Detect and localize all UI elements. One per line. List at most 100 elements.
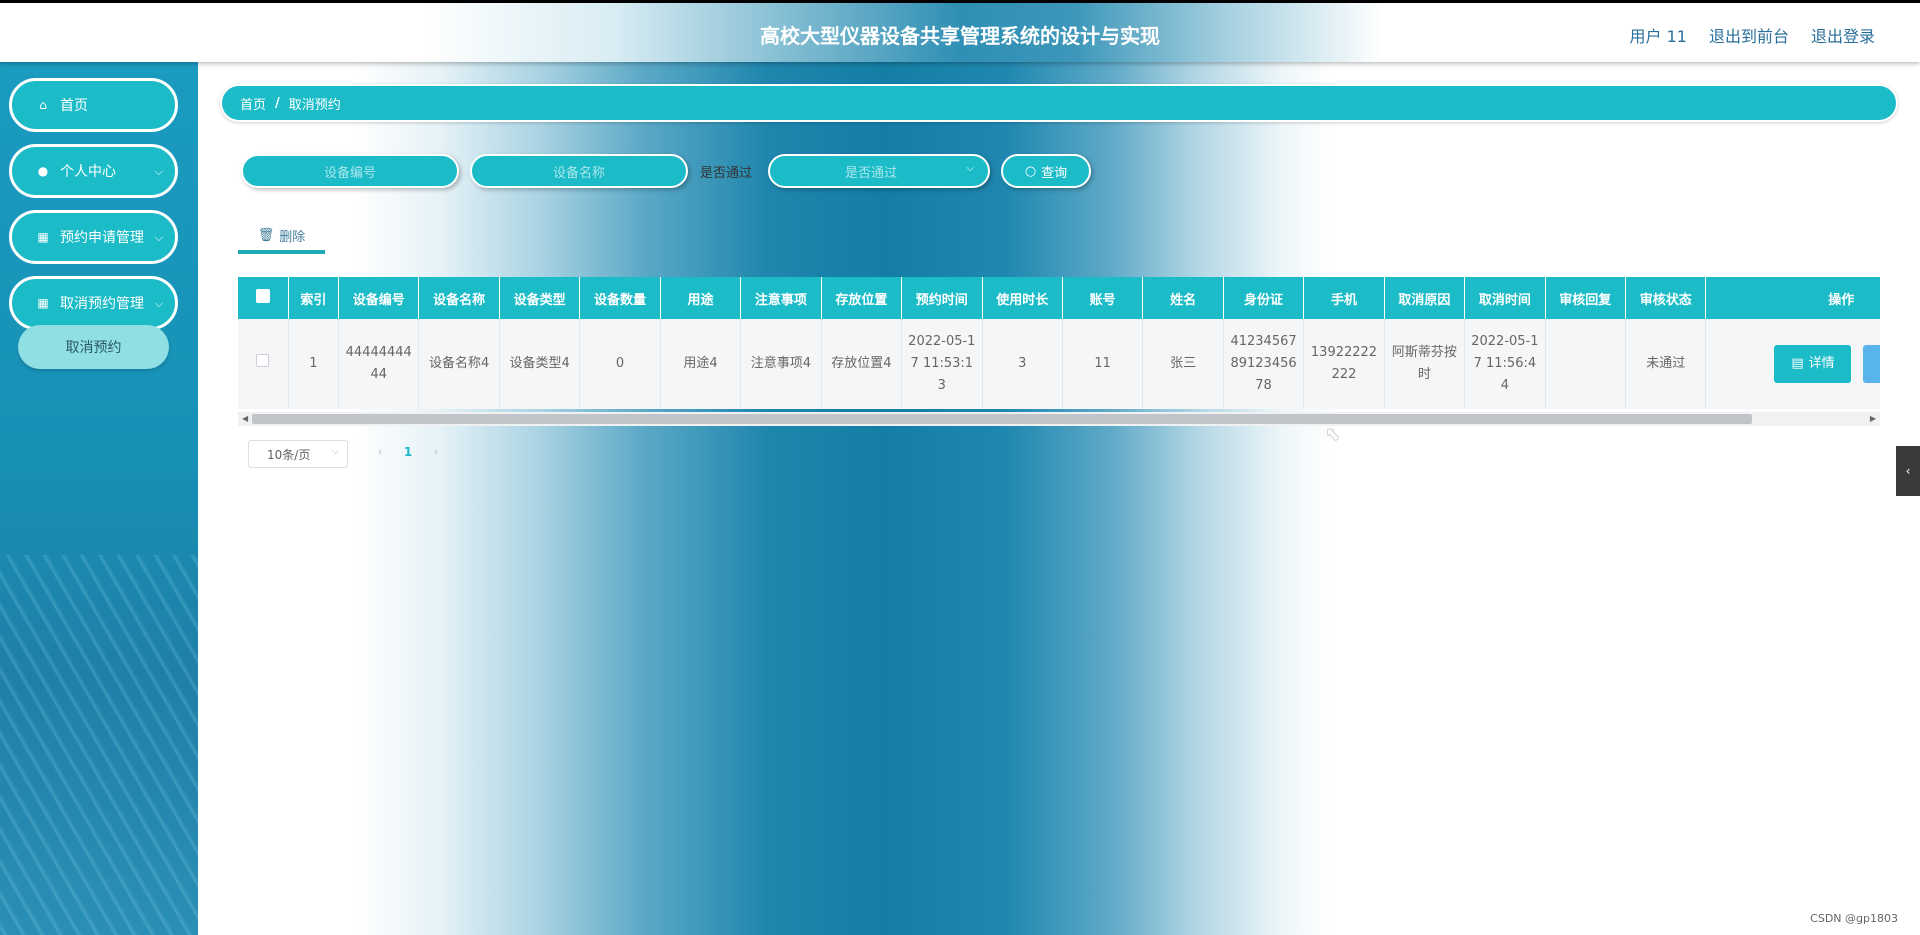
row-checkbox[interactable]: [256, 354, 270, 367]
column-header-operations: 操作: [1705, 277, 1880, 319]
delete-button[interactable]: 🗑 删除: [238, 220, 325, 254]
detail-button-label: 详情: [1808, 356, 1835, 371]
breadcrumb-home[interactable]: 首页: [240, 94, 266, 113]
data-table: 索引 设备编号 设备名称 设备类型 设备数量 用途 注意事项 存放位置 预约时间…: [238, 277, 1880, 428]
column-header: 姓名: [1142, 277, 1224, 319]
chevron-down-icon: ⌵: [154, 231, 163, 244]
column-header: 预约时间: [901, 277, 983, 319]
row-checkbox-cell: [238, 319, 289, 409]
sidebar-item-home[interactable]: ⌂ 首页: [9, 78, 178, 132]
chevron-down-icon: ⌵: [154, 165, 163, 178]
cell-purpose: 用途4: [660, 319, 742, 409]
cell-review-status: 未通过: [1625, 319, 1707, 409]
prev-page-button[interactable]: ‹: [366, 445, 394, 459]
scroll-left-icon[interactable]: ◀: [242, 412, 248, 426]
trash-icon: 🗑: [257, 227, 275, 243]
sidebar-item-cancel-booking-management[interactable]: ▦ 取消预约管理 ⌵: [9, 276, 178, 330]
device-no-input[interactable]: 设备编号: [241, 154, 459, 188]
scrollbar-thumb[interactable]: [252, 414, 1752, 424]
column-header: 使用时长: [982, 277, 1063, 319]
column-header: 用途: [660, 277, 742, 319]
column-header: 存放位置: [821, 277, 903, 319]
column-header: 设备数量: [579, 277, 661, 319]
select-all-header: [238, 277, 289, 319]
breadcrumb-current: 取消预约: [288, 97, 341, 113]
cell-account: 11: [1062, 319, 1144, 409]
scroll-right-icon[interactable]: ▶: [1870, 412, 1876, 426]
sidebar-item-label: 预约申请管理: [60, 230, 144, 246]
column-header: 设备名称: [418, 277, 500, 319]
exit-front-link[interactable]: 退出到前台: [1709, 23, 1789, 47]
header-links: 用户 11 退出到前台 退出登录: [1630, 23, 1875, 47]
chevron-down-icon: ⌵: [154, 297, 163, 310]
sidebar-item-booking-management[interactable]: ▦ 预约申请管理 ⌵: [9, 210, 178, 264]
sidebar-decoration: [0, 555, 198, 935]
submenu-item-cancel-booking[interactable]: 取消预约: [18, 325, 169, 369]
column-header: 身份证: [1223, 277, 1305, 319]
cell-index: 1: [288, 319, 340, 409]
breadcrumb: 首页 / 取消预约: [220, 84, 1898, 122]
table-row: 1 4444444444 设备名称4 设备类型4 0 用途4 注意事项4 存放位…: [238, 319, 1880, 409]
detail-button[interactable]: ▤ 详情: [1774, 345, 1852, 383]
horizontal-scrollbar[interactable]: ◀ ▶: [238, 412, 1880, 426]
watermark: CSDN @gp1803: [1810, 912, 1898, 925]
document-icon: ▤: [1791, 356, 1804, 371]
grid-icon: ▦: [37, 296, 49, 310]
delete-row-button[interactable]: ▯: [1863, 345, 1880, 383]
cell-name: 张三: [1142, 319, 1224, 409]
sidebar-item-label: 个人中心: [60, 164, 116, 180]
query-button[interactable]: ○ 查询: [1001, 154, 1091, 188]
cell-id-card: 412345678912345678: [1223, 319, 1305, 409]
breadcrumb-separator: /: [275, 95, 280, 111]
column-header: 取消原因: [1384, 277, 1466, 319]
logout-link[interactable]: 退出登录: [1811, 23, 1875, 47]
column-header: 设备类型: [499, 277, 581, 319]
column-header: 审核状态: [1625, 277, 1707, 319]
cell-device-no: 4444444444: [338, 319, 420, 409]
select-all-checkbox[interactable]: [255, 289, 270, 303]
cell-quantity: 0: [579, 319, 661, 409]
passed-select[interactable]: 是否通过 ⌵: [768, 154, 990, 188]
device-name-input[interactable]: 设备名称: [470, 154, 688, 188]
device-no-placeholder: 设备编号: [323, 165, 376, 181]
page-size-value: 10条/页: [267, 447, 311, 462]
sidebar-item-label: 取消预约管理: [60, 296, 144, 312]
column-header: 账号: [1062, 277, 1144, 319]
user-link[interactable]: 用户 11: [1630, 23, 1687, 47]
chevron-down-icon: ⌵: [966, 163, 974, 174]
cell-phone: 13922222222: [1303, 319, 1385, 409]
pager: ‹ 1 ›: [366, 440, 450, 464]
next-page-button[interactable]: ›: [422, 445, 450, 459]
cell-notes: 注意事项4: [740, 319, 822, 409]
cell-device-type: 设备类型4: [499, 319, 581, 409]
user-icon: ●: [37, 164, 49, 178]
side-panel-toggle[interactable]: ‹: [1896, 446, 1920, 496]
column-header: 取消时间: [1464, 277, 1546, 319]
chevron-down-icon: ⌵: [332, 447, 339, 457]
table-header-row: 索引 设备编号 设备名称 设备类型 设备数量 用途 注意事项 存放位置 预约时间…: [238, 277, 1880, 319]
cell-review-reply: [1545, 319, 1627, 409]
page-size-select[interactable]: 10条/页 ⌵: [248, 440, 348, 468]
cell-device-name: 设备名称4: [418, 319, 500, 409]
search-icon: ○: [1024, 163, 1037, 179]
passed-label: 是否通过: [700, 166, 753, 181]
cell-cancel-reason: 阿斯蒂芬按时: [1384, 319, 1466, 409]
top-header: 高校大型仪器设备共享管理系统的设计与实现 用户 11 退出到前台 退出登录: [0, 0, 1920, 62]
sidebar-item-personal-center[interactable]: ● 个人中心 ⌵: [9, 144, 178, 198]
cell-location: 存放位置4: [821, 319, 903, 409]
column-header: 手机: [1303, 277, 1385, 319]
sidebar-item-label: 首页: [60, 98, 88, 114]
passed-select-placeholder: 是否通过: [844, 165, 897, 181]
cell-booking-time: 2022-05-17 11:53:13: [901, 319, 983, 409]
chevron-left-icon: ‹: [1905, 464, 1911, 478]
column-header: 审核回复: [1545, 277, 1627, 319]
main-background: [198, 62, 1920, 935]
cell-duration: 3: [982, 319, 1063, 409]
cell-operations: ▤ 详情 ▯: [1705, 319, 1880, 409]
page-number[interactable]: 1: [394, 445, 422, 459]
mouse-cursor-icon: ⬉: [1325, 424, 1341, 445]
cell-cancel-time: 2022-05-17 11:56:44: [1464, 319, 1546, 409]
device-name-placeholder: 设备名称: [552, 165, 605, 181]
query-button-label: 查询: [1041, 165, 1068, 181]
column-header: 索引: [288, 277, 340, 319]
